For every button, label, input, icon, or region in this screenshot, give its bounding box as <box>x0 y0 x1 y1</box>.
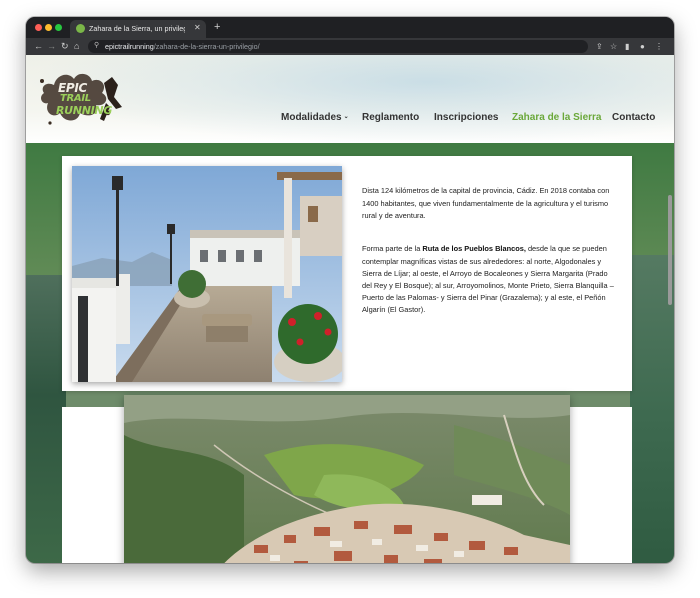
route-paragraph: Forma parte de la Ruta de los Pueblos Bl… <box>362 244 614 315</box>
reload-icon[interactable]: ↻ <box>61 41 69 52</box>
nav-item-contacto[interactable]: Contacto <box>612 112 655 123</box>
url-host: epictrailrunning <box>105 42 154 51</box>
favicon-icon <box>76 24 85 33</box>
address-bar-row: ← → ↻ ⌂ ⚲ epictrailrunning/zahara-de-la-… <box>26 38 674 55</box>
content-card: Dista 124 kilómetros de la capital de pr… <box>62 156 632 391</box>
sidebar-icon[interactable]: ▮ <box>625 41 629 52</box>
minimize-window-button[interactable] <box>45 24 52 31</box>
new-tab-plus-icon[interactable]: + <box>214 20 220 34</box>
aerial-card <box>62 395 632 563</box>
village-street-photo <box>72 166 342 382</box>
route-highlight: Ruta de los Pueblos Blancos, <box>422 244 526 254</box>
mountain-left-decoration <box>26 275 66 563</box>
site-logo[interactable]: EPIC TRAIL RUNNING <box>34 63 126 143</box>
tab-bar: Zahara de la Sierra, un privilegio ✕ + <box>26 17 674 38</box>
logo-word-running: RUNNING <box>56 104 113 117</box>
page-scrollbar[interactable] <box>668 195 672 305</box>
nav-item-zahara[interactable]: Zahara de la Sierra <box>512 112 602 123</box>
nav-item-inscripciones[interactable]: Inscripciones <box>434 112 498 123</box>
close-window-button[interactable] <box>35 24 42 31</box>
forward-arrow-icon[interactable]: → <box>47 41 56 52</box>
home-icon[interactable]: ⌂ <box>74 41 79 52</box>
browser-window: Zahara de la Sierra, un privilegio ✕ + ←… <box>26 17 674 563</box>
bookmark-star-icon[interactable]: ☆ <box>610 41 617 52</box>
tab-close-icon[interactable]: ✕ <box>194 23 201 32</box>
url-path: /zahara-de-la-sierra-un-privilegio/ <box>153 42 260 51</box>
site-info-icon[interactable]: ⚲ <box>94 41 99 49</box>
aerial-village-photo <box>124 395 570 563</box>
profile-icon[interactable]: ● <box>640 41 645 52</box>
tab-title: Zahara de la Sierra, un privilegio <box>89 24 185 33</box>
nav-item-modalidades[interactable]: Modalidades ⌄ <box>281 112 349 123</box>
browser-tab[interactable]: Zahara de la Sierra, un privilegio ✕ <box>70 20 206 38</box>
back-arrow-icon[interactable]: ← <box>34 41 43 52</box>
nav-item-reglamento[interactable]: Reglamento <box>362 112 419 123</box>
page-viewport: EPIC TRAIL RUNNING Modalidades ⌄ Reglamen… <box>26 55 674 563</box>
logo-word-trail: TRAIL <box>60 93 91 104</box>
menu-kebab-icon[interactable]: ⋮ <box>655 41 663 52</box>
url-input[interactable]: ⚲ epictrailrunning/zahara-de-la-sierra-u… <box>88 40 588 53</box>
share-icon[interactable]: ⇪ <box>596 41 603 52</box>
intro-paragraph: Dista 124 kilómetros de la capital de pr… <box>362 186 610 220</box>
maximize-window-button[interactable] <box>55 24 62 31</box>
chevron-down-icon: ⌄ <box>343 114 349 120</box>
